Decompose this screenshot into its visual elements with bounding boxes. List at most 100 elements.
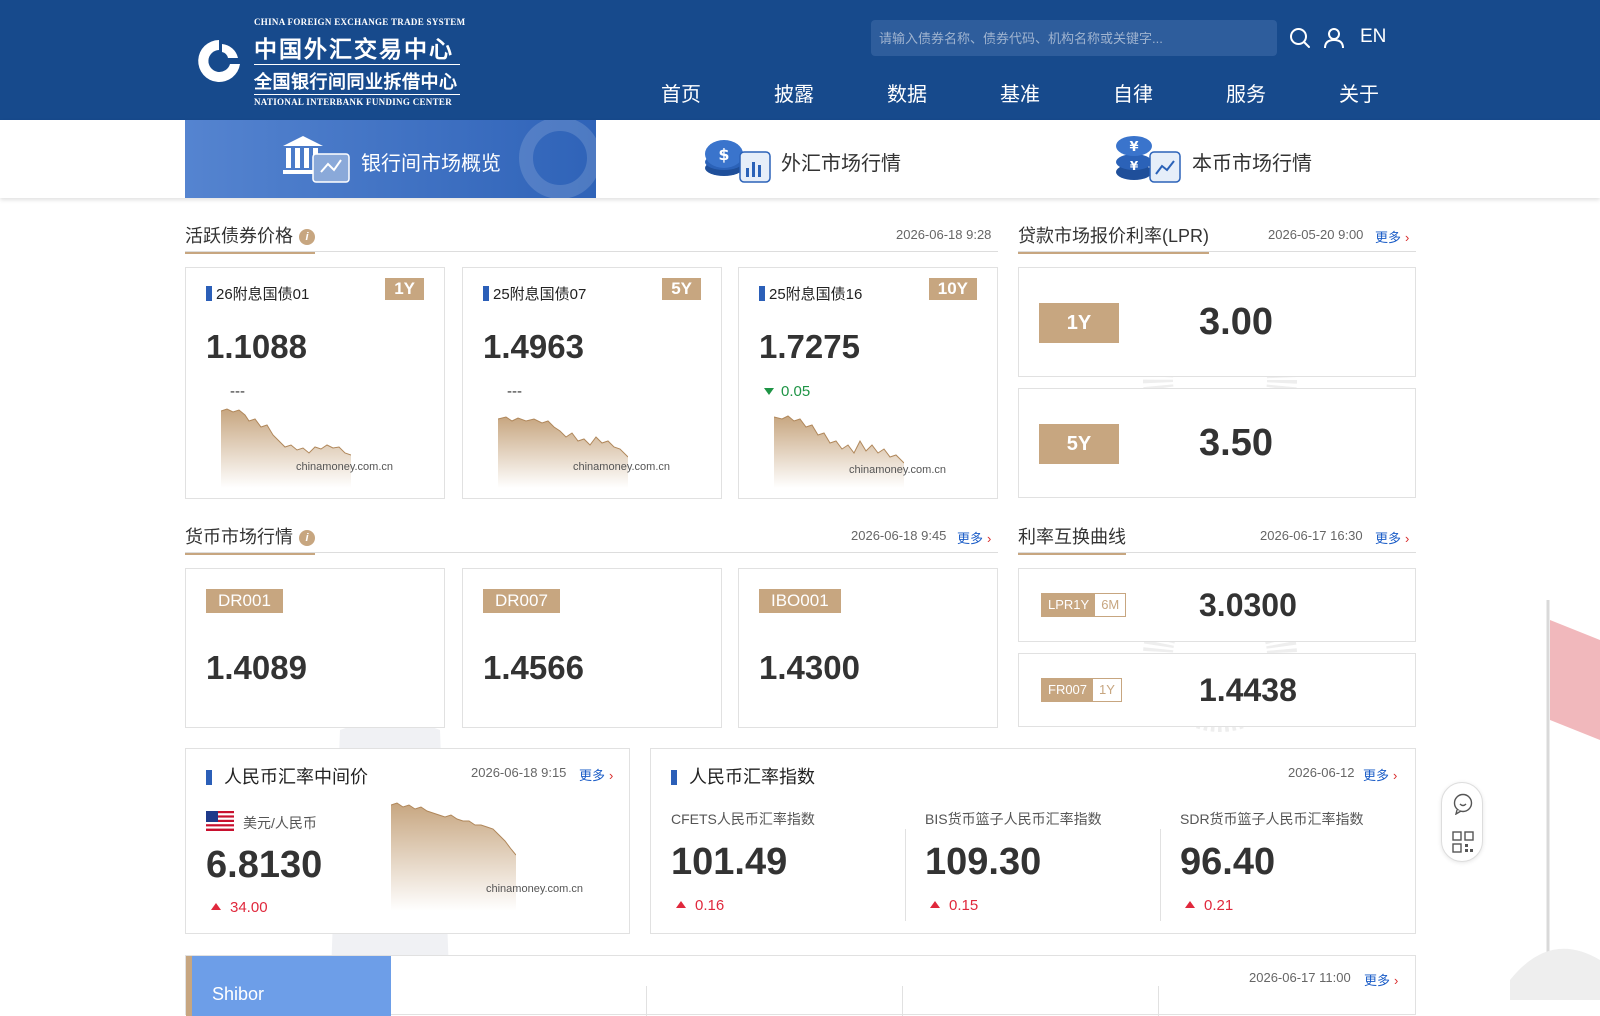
column-divider	[646, 986, 647, 1016]
rmb-index-card[interactable]: 人民币汇率指数 2026-06-12 更多 › CFETS人民币汇率指数 101.…	[650, 748, 1416, 934]
section-title-text: 人民币汇率指数	[689, 767, 815, 787]
more-text: 更多	[579, 768, 606, 783]
market-tab-bar: 银行间市场概览 $ 外汇市场行情 ¥ ¥ 本币市场行情	[0, 120, 1600, 198]
money-market-more-link[interactable]: 更多 ›	[957, 528, 991, 547]
swap-more-link[interactable]: 更多 ›	[1375, 528, 1409, 547]
lpr-date: 2026-05-20 9:00	[1268, 227, 1364, 242]
lpr-rate: 3.50	[1199, 422, 1273, 464]
bond-name-text: 26附息国债01	[216, 286, 310, 303]
lpr-card[interactable]: 1Y 3.00	[1018, 267, 1416, 377]
svg-text:$: $	[718, 145, 729, 164]
info-icon[interactable]: i	[299, 229, 315, 245]
section-title-text: 货币市场行情	[185, 527, 293, 547]
chart-watermark: chinamoney.com.cn	[486, 883, 584, 895]
swap-card[interactable]: LPR1Y 6M 3.0300	[1018, 568, 1416, 642]
swap-rate: 3.0300	[1199, 587, 1297, 623]
change-value: 0.16	[695, 897, 725, 914]
bond-sparkline	[221, 408, 351, 488]
nav-service[interactable]: 服务	[1226, 78, 1266, 107]
shibor-date: 2026-06-17 11:00	[1249, 970, 1351, 985]
nav-home[interactable]: 首页	[661, 78, 701, 107]
bond-card[interactable]: 25附息国债16 10Y 1.7275 0.05 chinamoney.com.…	[738, 267, 998, 499]
swap-curve-tag: FR007 1Y	[1041, 678, 1122, 702]
arrow-up-icon	[676, 901, 686, 908]
nav-data[interactable]: 数据	[887, 78, 927, 107]
column-divider	[902, 986, 903, 1016]
site-header: CHINA FOREIGN EXCHANGE TRADE SYSTEM 中国外汇…	[0, 0, 1600, 120]
more-text: 更多	[1363, 768, 1390, 783]
chevron-right-icon: ›	[987, 531, 992, 546]
index-value: 101.49	[671, 841, 788, 883]
swap-curve: LPR1Y	[1042, 594, 1096, 616]
logo-cn-sub: 全国银行间同业拆借中心	[254, 64, 460, 94]
search-input[interactable]	[871, 20, 1277, 56]
chevron-right-icon: ›	[1394, 973, 1399, 988]
lpr-tenor-badge: 1Y	[1039, 303, 1119, 343]
lpr-rate: 3.00	[1199, 301, 1273, 343]
column-divider	[905, 829, 906, 921]
more-text: 更多	[957, 531, 984, 546]
chart-watermark: chinamoney.com.cn	[573, 461, 671, 473]
chevron-right-icon: ›	[1393, 768, 1398, 783]
swap-card[interactable]: FR007 1Y 1.4438	[1018, 653, 1416, 727]
forex-coins-icon: $	[705, 140, 771, 183]
nav-about[interactable]: 关于	[1339, 78, 1379, 107]
info-icon[interactable]: i	[299, 530, 315, 546]
shibor-tab[interactable]: Shibor	[186, 956, 391, 1016]
bond-yield: 1.1088	[206, 328, 307, 365]
tab-interbank-overview[interactable]: 银行间市场概览	[185, 120, 596, 198]
rmb-index-more-link[interactable]: 更多 ›	[1363, 765, 1397, 784]
search-icon[interactable]	[1288, 26, 1312, 50]
nav-self-regulation[interactable]: 自律	[1113, 78, 1153, 107]
bond-change: 0.05	[763, 383, 810, 400]
rate-value: 1.4566	[483, 649, 584, 686]
rate-code-badge: IBO001	[759, 589, 841, 613]
qr-code-icon[interactable]	[1452, 831, 1474, 853]
money-market-card[interactable]: IBO001 1.4300	[738, 568, 998, 728]
central-parity-change: 34.00	[210, 899, 268, 916]
swap-date: 2026-06-17 16:30	[1260, 528, 1363, 543]
index-value: 109.30	[925, 841, 1042, 883]
bond-name-text: 25附息国债07	[493, 286, 587, 303]
arrow-up-icon	[211, 903, 221, 910]
logo-mark-icon	[198, 40, 240, 82]
money-market-card[interactable]: DR001 1.4089	[185, 568, 445, 728]
svg-text:¥: ¥	[1130, 159, 1139, 173]
index-label: SDR货币篮子人民币汇率指数	[1180, 811, 1364, 827]
money-market-card[interactable]: DR007 1.4566	[462, 568, 722, 728]
chat-icon[interactable]	[1452, 793, 1474, 815]
lpr-more-link[interactable]: 更多 ›	[1375, 227, 1409, 246]
user-icon[interactable]	[1322, 26, 1346, 50]
bond-name-text: 25附息国债16	[769, 286, 863, 303]
rmb-coins-icon: ¥ ¥	[1116, 136, 1181, 183]
shibor-more-link[interactable]: 更多 ›	[1364, 970, 1398, 989]
bank-icon	[283, 136, 350, 183]
nav-disclosure[interactable]: 披露	[774, 78, 814, 107]
lpr-card[interactable]: 5Y 3.50	[1018, 388, 1416, 498]
nav-benchmark[interactable]: 基准	[1000, 78, 1040, 107]
rmb-central-title: 人民币汇率中间价	[206, 763, 368, 789]
tab-rmb-market[interactable]: ¥ ¥ 本币市场行情	[1007, 120, 1418, 198]
rmb-central-more-link[interactable]: 更多 ›	[579, 765, 613, 784]
shibor-card: Shibor 2026-06-17 11:00 更多 ›	[185, 955, 1416, 1016]
lang-switch-en[interactable]: EN	[1360, 26, 1386, 48]
swap-curve-tag: LPR1Y 6M	[1041, 593, 1127, 617]
rate-code-badge: DR007	[483, 589, 560, 613]
swap-curve: FR007	[1042, 679, 1094, 701]
arrow-up-icon	[930, 901, 940, 908]
chevron-right-icon: ›	[1405, 531, 1410, 546]
bond-yield: 1.4963	[483, 328, 584, 365]
bond-sparkline	[774, 415, 904, 488]
chart-watermark: chinamoney.com.cn	[849, 464, 947, 476]
bond-card[interactable]: 26附息国债01 1Y 1.1088 --- chinamoney.com.cn	[185, 267, 445, 499]
bond-card[interactable]: 25附息国债07 5Y 1.4963 --- chinamoney.com.cn	[462, 267, 722, 499]
site-logo[interactable]: CHINA FOREIGN EXCHANGE TRADE SYSTEM 中国外汇…	[196, 14, 466, 107]
section-title-text: 人民币汇率中间价	[224, 767, 368, 787]
bond-name: 25附息国债16	[759, 283, 862, 304]
tab-forex-market[interactable]: $ 外汇市场行情	[596, 120, 1007, 198]
logo-en-top: CHINA FOREIGN EXCHANGE TRADE SYSTEM	[254, 17, 466, 27]
tab-label: 银行间市场概览	[361, 153, 501, 175]
rmb-central-parity-card[interactable]: 人民币汇率中间价 2026-06-18 9:15 更多 › 美元/人民币 6.81…	[185, 748, 630, 934]
bond-name: 25附息国债07	[483, 283, 586, 304]
swap-rate: 1.4438	[1199, 672, 1297, 708]
